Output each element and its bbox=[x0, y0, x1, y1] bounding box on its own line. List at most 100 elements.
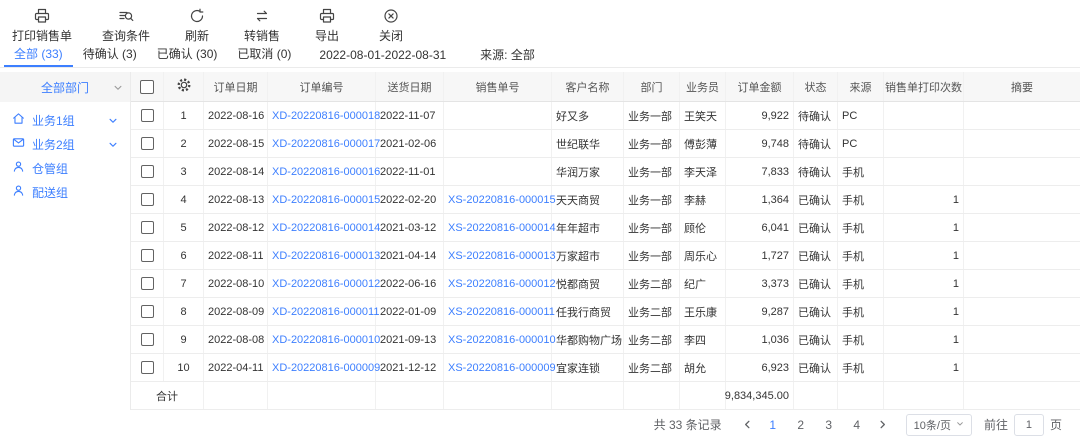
cell-order-date: 2022-08-09 bbox=[204, 298, 268, 325]
tab-pending-confirm[interactable]: 待确认 (3) bbox=[73, 42, 147, 67]
row-checkbox-cell bbox=[131, 242, 164, 269]
cell-sales-no[interactable]: XS-20220816-000013 bbox=[444, 242, 552, 269]
header-order-no: 订单编号 bbox=[268, 72, 376, 101]
transfer-to-sales-button[interactable]: 转销售 bbox=[244, 8, 280, 44]
cell-summary bbox=[964, 214, 1080, 241]
cell-order-no[interactable]: XD-20220816-000009 bbox=[268, 354, 376, 381]
page-number-1[interactable]: 1 bbox=[762, 418, 784, 432]
export-button[interactable]: 导出 bbox=[310, 8, 344, 44]
sidebar-item-business-group1[interactable]: 业务1组 bbox=[0, 108, 130, 132]
sidebar-item-label: 仓管组 bbox=[32, 160, 68, 177]
row-checkbox-cell bbox=[131, 298, 164, 325]
row-checkbox[interactable] bbox=[141, 249, 154, 262]
next-page-button[interactable] bbox=[871, 419, 894, 430]
header-source: 来源 bbox=[838, 72, 884, 101]
row-checkbox[interactable] bbox=[141, 165, 154, 178]
header-sales-no: 销售单号 bbox=[444, 72, 552, 101]
print-sales-order-button[interactable]: 打印销售单 bbox=[12, 8, 72, 44]
cell-order-date: 2022-08-11 bbox=[204, 242, 268, 269]
tab-confirmed[interactable]: 已确认 (30) bbox=[147, 42, 228, 67]
row-checkbox[interactable] bbox=[141, 109, 154, 122]
cell-sales-no[interactable]: XS-20220816-000009 bbox=[444, 354, 552, 381]
cell-order-date: 2022-08-13 bbox=[204, 186, 268, 213]
cell-print-count: 1 bbox=[884, 186, 964, 213]
refresh-button[interactable]: 刷新 bbox=[180, 8, 214, 44]
records-count: 共 33 条记录 bbox=[654, 416, 722, 433]
cell-order-no[interactable]: XD-20220816-000012 bbox=[268, 270, 376, 297]
date-range-filter[interactable]: 2022-08-01-2022-08-31 bbox=[319, 42, 446, 67]
cell-sales-no[interactable]: XS-20220816-000011 bbox=[444, 298, 552, 325]
sidebar-item-delivery-group[interactable]: 配送组 bbox=[0, 180, 130, 204]
gear-icon[interactable] bbox=[176, 77, 192, 96]
tab-cancelled[interactable]: 已取消 (0) bbox=[227, 42, 301, 67]
cell-order-no[interactable]: XD-20220816-000013 bbox=[268, 242, 376, 269]
user-icon bbox=[12, 184, 25, 200]
cell-print-count: 1 bbox=[884, 298, 964, 325]
cell-amount: 1,364 bbox=[726, 186, 794, 213]
query-conditions-button[interactable]: 查询条件 bbox=[102, 8, 150, 44]
cell-print-count: 1 bbox=[884, 326, 964, 353]
cell-status: 已确认 bbox=[794, 242, 838, 269]
tab-all[interactable]: 全部 (33) bbox=[4, 42, 73, 67]
page-number-2[interactable]: 2 bbox=[790, 418, 812, 432]
department-dropdown[interactable]: 全部部门 bbox=[0, 72, 130, 102]
cell-print-count: 1 bbox=[884, 270, 964, 297]
row-checkbox[interactable] bbox=[141, 361, 154, 374]
cell-print-count bbox=[884, 130, 964, 157]
prev-page-button[interactable] bbox=[736, 419, 759, 430]
sidebar-item-business-group2[interactable]: 业务2组 bbox=[0, 132, 130, 156]
source-filter[interactable]: 来源: 全部 bbox=[480, 42, 535, 67]
row-checkbox[interactable] bbox=[141, 137, 154, 150]
orders-table: 订单日期 订单编号 送货日期 销售单号 客户名称 部门 业务员 订单金额 状态 … bbox=[130, 72, 1080, 410]
cell-customer: 万家超市 bbox=[552, 242, 624, 269]
cell-summary bbox=[964, 326, 1080, 353]
table-header-row: 订单日期 订单编号 送货日期 销售单号 客户名称 部门 业务员 订单金额 状态 … bbox=[131, 72, 1080, 102]
page-size-select[interactable]: 10条/页 bbox=[906, 414, 972, 436]
cell-seq: 7 bbox=[164, 270, 204, 297]
cell-dept: 业务一部 bbox=[624, 102, 680, 129]
cell-order-no[interactable]: XD-20220816-000018 bbox=[268, 102, 376, 129]
cell-summary bbox=[964, 270, 1080, 297]
cell-customer: 好又多 bbox=[552, 102, 624, 129]
cell-print-count: 1 bbox=[884, 354, 964, 381]
cell-customer: 华润万家 bbox=[552, 158, 624, 185]
cell-order-no[interactable]: XD-20220816-000014 bbox=[268, 214, 376, 241]
close-circle-icon bbox=[383, 8, 399, 24]
page-number-3[interactable]: 3 bbox=[818, 418, 840, 432]
close-button[interactable]: 关闭 bbox=[374, 8, 408, 44]
cell-status: 已确认 bbox=[794, 298, 838, 325]
cell-order-no[interactable]: XD-20220816-000017 bbox=[268, 130, 376, 157]
row-checkbox-cell bbox=[131, 354, 164, 381]
cell-print-count: 1 bbox=[884, 214, 964, 241]
cell-sales-no[interactable]: XS-20220816-000010 bbox=[444, 326, 552, 353]
cell-source: 手机 bbox=[838, 326, 884, 353]
cell-order-no[interactable]: XD-20220816-000010 bbox=[268, 326, 376, 353]
cell-customer: 天天商贸 bbox=[552, 186, 624, 213]
row-checkbox[interactable] bbox=[141, 333, 154, 346]
sidebar-item-warehouse-group[interactable]: 仓管组 bbox=[0, 156, 130, 180]
goto-page-input[interactable] bbox=[1014, 414, 1044, 436]
cell-order-date: 2022-08-15 bbox=[204, 130, 268, 157]
page-number-4[interactable]: 4 bbox=[846, 418, 868, 432]
cell-order-no[interactable]: XD-20220816-000016 bbox=[268, 158, 376, 185]
row-checkbox[interactable] bbox=[141, 221, 154, 234]
cell-order-no[interactable]: XD-20220816-000015 bbox=[268, 186, 376, 213]
cell-dept: 业务二部 bbox=[624, 326, 680, 353]
select-all-checkbox[interactable] bbox=[140, 80, 154, 94]
cell-source: 手机 bbox=[838, 186, 884, 213]
row-checkbox[interactable] bbox=[141, 277, 154, 290]
total-label: 合计 bbox=[131, 382, 204, 409]
row-checkbox[interactable] bbox=[141, 193, 154, 206]
cell-sales-no[interactable]: XS-20220816-000014 bbox=[444, 214, 552, 241]
select-all-cell bbox=[131, 72, 164, 101]
row-checkbox[interactable] bbox=[141, 305, 154, 318]
chevron-down-icon bbox=[113, 82, 123, 96]
table-row: 12022-08-16XD-20220816-0000182022-11-07好… bbox=[131, 102, 1080, 130]
cell-sales-no[interactable]: XS-20220816-000015 bbox=[444, 186, 552, 213]
cell-salesperson: 胡允 bbox=[680, 354, 726, 381]
cell-amount: 6,923 bbox=[726, 354, 794, 381]
cell-sales-no[interactable]: XS-20220816-000012 bbox=[444, 270, 552, 297]
header-delivery-date: 送货日期 bbox=[376, 72, 444, 101]
cell-order-no[interactable]: XD-20220816-000011 bbox=[268, 298, 376, 325]
cell-delivery-date: 2021-09-13 bbox=[376, 326, 444, 353]
